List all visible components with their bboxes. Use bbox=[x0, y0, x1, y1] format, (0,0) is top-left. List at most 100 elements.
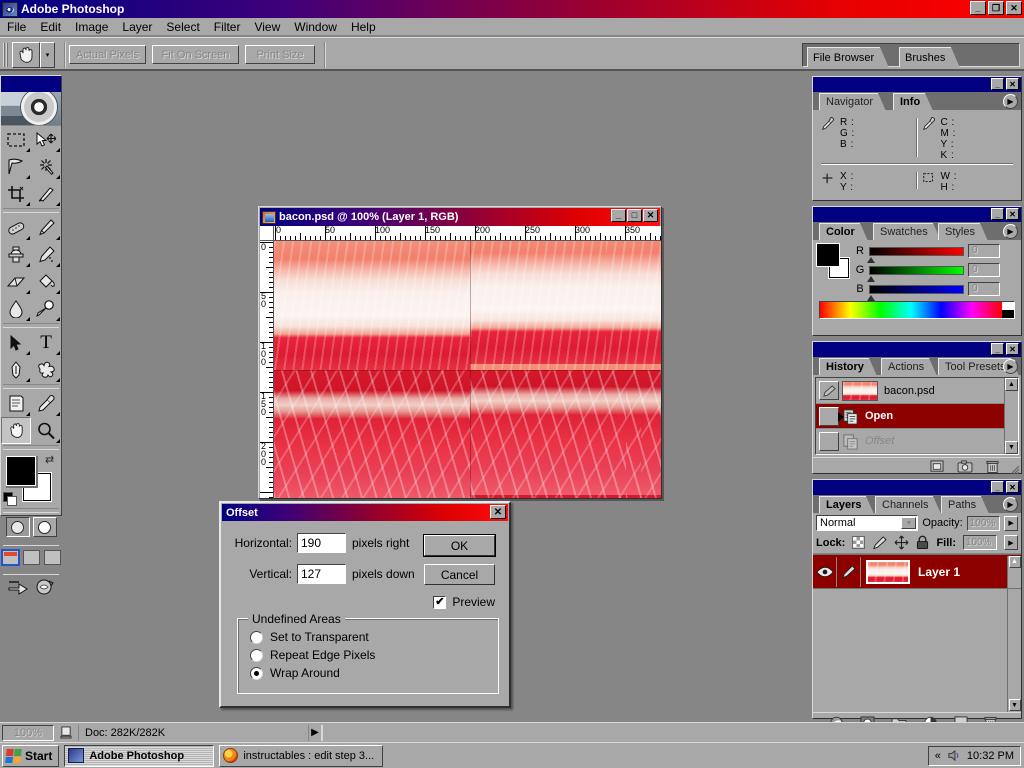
info-palette-minimize-button[interactable]: _ bbox=[991, 78, 1004, 90]
document-minimize-button[interactable]: _ bbox=[611, 209, 626, 222]
hand-tool-icon[interactable] bbox=[12, 42, 40, 68]
color-spectrum-ramp[interactable] bbox=[819, 301, 1015, 319]
horizontal-input[interactable]: 190 bbox=[297, 533, 346, 553]
dodge-tool[interactable] bbox=[31, 295, 61, 322]
swap-colors-icon[interactable]: ⇄ bbox=[45, 453, 57, 466]
tab-layers[interactable]: Layers bbox=[819, 496, 876, 514]
slider-track-b[interactable] bbox=[867, 284, 964, 301]
tab-info[interactable]: Info bbox=[893, 93, 934, 111]
slider-track-g[interactable] bbox=[867, 265, 964, 282]
layer-link-toggle[interactable] bbox=[837, 556, 861, 587]
layers-palette-close-button[interactable]: ✕ bbox=[1006, 481, 1019, 493]
taskbar-item-firefox[interactable]: instructables : edit step 3... bbox=[219, 744, 384, 767]
speaker-icon[interactable] bbox=[947, 749, 961, 762]
blur-tool[interactable] bbox=[1, 295, 31, 322]
ok-button[interactable]: OK bbox=[424, 535, 495, 556]
offset-dialog[interactable]: Offset ✕ Horizontal: 190 pixels right Ve… bbox=[219, 501, 511, 708]
lock-all-icon[interactable] bbox=[916, 535, 929, 550]
radio-button[interactable] bbox=[250, 648, 263, 662]
zoom-level-field[interactable]: 100% bbox=[2, 724, 54, 741]
slider-track-r[interactable] bbox=[867, 246, 964, 263]
new-snapshot-icon[interactable] bbox=[957, 460, 973, 473]
menu-select[interactable]: Select bbox=[159, 19, 206, 35]
document-close-button[interactable]: ✕ bbox=[643, 209, 658, 222]
history-palette[interactable]: _ ✕ History Actions Tool Presets ▶ bacon… bbox=[812, 341, 1022, 475]
document-maximize-button[interactable]: □ bbox=[627, 209, 642, 222]
history-state-row-open[interactable]: Open bbox=[816, 404, 1018, 429]
menu-layer[interactable]: Layer bbox=[115, 19, 159, 35]
info-palette-menu-icon[interactable]: ▶ bbox=[1003, 94, 1018, 109]
actual-pixels-button[interactable]: Actual Pixels bbox=[69, 45, 146, 64]
color-palette-controls[interactable]: _ ✕ bbox=[991, 208, 1019, 220]
info-palette-close-button[interactable]: ✕ bbox=[1006, 78, 1019, 90]
history-palette-controls[interactable]: _ ✕ bbox=[991, 343, 1019, 355]
new-document-from-state-icon[interactable] bbox=[930, 460, 944, 473]
radio-button[interactable] bbox=[250, 666, 263, 680]
edit-in-imageready-icon[interactable] bbox=[35, 578, 55, 596]
paint-bucket-tool[interactable] bbox=[31, 268, 61, 295]
color-palette[interactable]: _ ✕ Color Swatches Styles ▶ R 0 G 0 B 0 bbox=[812, 206, 1022, 336]
opacity-slider-button[interactable]: ▶ bbox=[1004, 515, 1018, 531]
lasso-tool[interactable] bbox=[1, 153, 31, 180]
menu-edit[interactable]: Edit bbox=[33, 19, 68, 35]
lock-row[interactable]: Lock: Fill: 100% ▶ bbox=[813, 533, 1021, 554]
layers-palette-minimize-button[interactable]: _ bbox=[991, 481, 1004, 493]
layer-thumbnail[interactable] bbox=[866, 559, 910, 584]
foreground-color-swatch[interactable] bbox=[817, 244, 839, 266]
fit-on-screen-button[interactable]: Fit On Screen bbox=[152, 45, 239, 64]
layers-scrollbar-track[interactable]: ▼ bbox=[1007, 589, 1021, 712]
brush-tool[interactable] bbox=[31, 214, 61, 241]
history-source-toggle[interactable] bbox=[819, 381, 839, 400]
jump-to-buttons[interactable] bbox=[1, 576, 61, 598]
tab-actions[interactable]: Actions bbox=[881, 358, 938, 376]
slice-tool[interactable] bbox=[31, 180, 61, 207]
document-window[interactable]: bacon.psd @ 100% (Layer 1, RGB) _ □ ✕ 0 … bbox=[258, 206, 662, 499]
color-palette-tabs[interactable]: Color Swatches Styles ▶ bbox=[813, 222, 1021, 241]
jump-to-imageready-icon[interactable] bbox=[7, 578, 29, 596]
fill-field[interactable]: 100% bbox=[963, 535, 997, 550]
history-brush-tool[interactable] bbox=[31, 241, 61, 268]
full-screen-with-menubar-button[interactable] bbox=[22, 550, 40, 565]
app-titlebar[interactable]: Adobe Photoshop _ ❐ ✕ bbox=[0, 0, 1024, 18]
tab-navigator[interactable]: Navigator bbox=[819, 93, 887, 111]
color-palette-menu-icon[interactable]: ▶ bbox=[1003, 224, 1018, 239]
tray-chevron-icon[interactable]: « bbox=[935, 750, 941, 762]
cancel-button[interactable]: Cancel bbox=[424, 564, 495, 585]
menu-help[interactable]: Help bbox=[344, 19, 383, 35]
palette-well[interactable]: File Browser Brushes bbox=[802, 43, 1020, 68]
chevron-down-icon[interactable]: ▼ bbox=[901, 517, 917, 529]
clock[interactable]: 10:32 PM bbox=[967, 750, 1014, 762]
system-tray[interactable]: « 10:32 PM bbox=[927, 745, 1021, 766]
preview-checkbox-row[interactable]: ✔ Preview bbox=[433, 595, 495, 609]
history-palette-menu-icon[interactable]: ▶ bbox=[1003, 359, 1018, 374]
preview-checkbox[interactable]: ✔ bbox=[433, 595, 447, 609]
layers-palette-menu-icon[interactable]: ▶ bbox=[1003, 497, 1018, 512]
color-palette-close-button[interactable]: ✕ bbox=[1006, 208, 1019, 220]
slider-thumb-r[interactable] bbox=[867, 256, 875, 263]
radio-button[interactable] bbox=[250, 630, 263, 644]
quick-mask-mode-button[interactable] bbox=[32, 517, 57, 537]
scroll-down-button[interactable]: ▼ bbox=[1005, 441, 1018, 454]
palette-well-tab-file-browser[interactable]: File Browser bbox=[807, 47, 890, 68]
color-slider-b[interactable]: B 0 bbox=[855, 282, 1017, 301]
menu-window[interactable]: Window bbox=[287, 19, 344, 35]
white-black-swatches[interactable] bbox=[1002, 302, 1014, 318]
layers-palette-titlebar[interactable]: _ ✕ bbox=[813, 480, 1021, 495]
lock-transparency-icon[interactable] bbox=[852, 536, 866, 549]
resize-grip[interactable] bbox=[1008, 463, 1020, 475]
document-window-controls[interactable]: _ □ ✕ bbox=[611, 209, 658, 222]
options-bar-grip[interactable] bbox=[3, 43, 10, 67]
slider-thumb-b[interactable] bbox=[867, 294, 875, 301]
type-tool[interactable]: T bbox=[31, 329, 61, 356]
offset-dialog-close-button[interactable]: ✕ bbox=[490, 505, 506, 519]
layer-name[interactable]: Layer 1 bbox=[918, 565, 960, 579]
healing-brush-tool[interactable] bbox=[1, 214, 31, 241]
layers-scrollbar[interactable]: ▲ bbox=[1007, 555, 1021, 588]
history-palette-tabs[interactable]: History Actions Tool Presets ▶ bbox=[813, 357, 1021, 376]
tab-swatches[interactable]: Swatches bbox=[873, 223, 941, 241]
document-titlebar[interactable]: bacon.psd @ 100% (Layer 1, RGB) _ □ ✕ bbox=[260, 208, 660, 226]
magic-wand-tool[interactable] bbox=[31, 153, 61, 180]
standard-screen-mode-button[interactable] bbox=[0, 549, 20, 566]
eyedropper-tool[interactable] bbox=[31, 390, 61, 417]
history-palette-footer[interactable] bbox=[813, 457, 1021, 475]
